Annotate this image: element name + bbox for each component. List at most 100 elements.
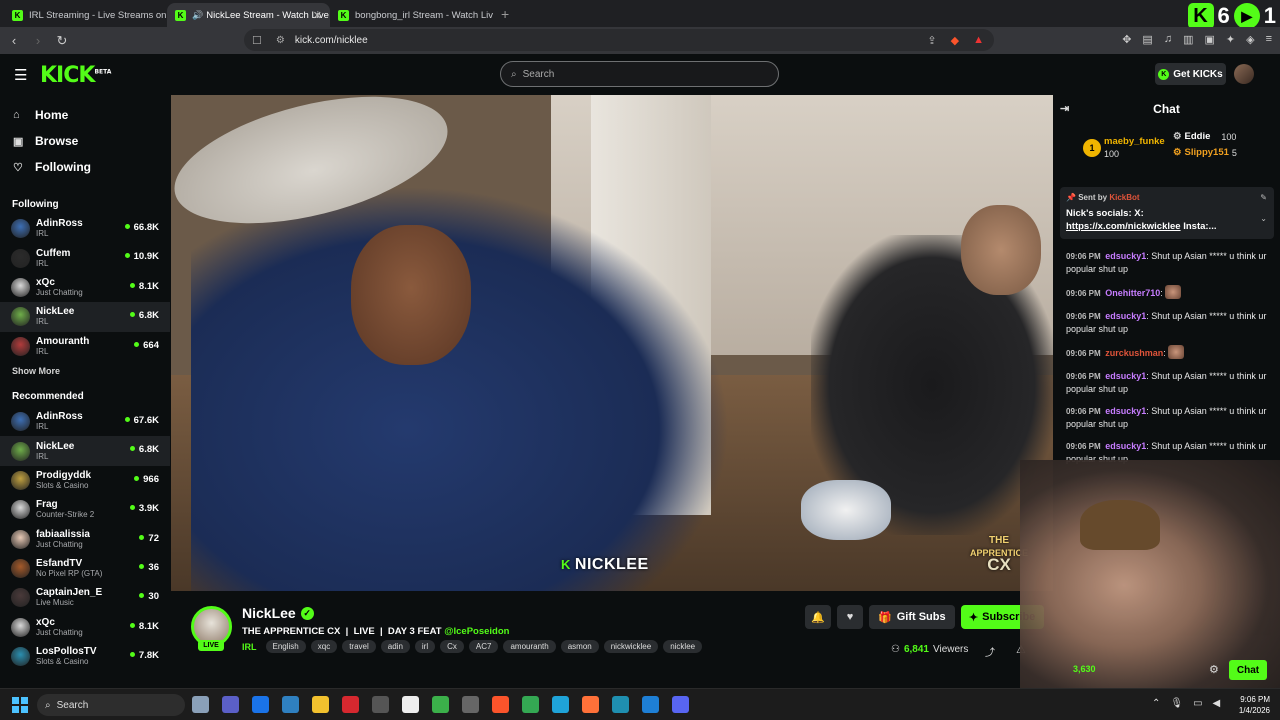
message-user[interactable]: edsucky1	[1105, 371, 1146, 381]
bookmark-icon[interactable]: ☐	[252, 34, 262, 47]
mic-icon[interactable]: 🎙	[1170, 698, 1183, 709]
user-avatar[interactable]	[1234, 64, 1254, 84]
sidebar-icon[interactable]: ▥	[1183, 33, 1193, 46]
edge-icon[interactable]	[552, 696, 569, 713]
taskbar-search[interactable]: ⌕ Search	[37, 694, 185, 716]
extensions-icon[interactable]: ✥	[1122, 33, 1131, 46]
brave-shield-icon[interactable]: ◆	[951, 34, 959, 47]
channel-points[interactable]: 3,630	[1073, 664, 1096, 674]
message-user[interactable]: edsucky1	[1105, 251, 1146, 261]
follow-heart-button[interactable]: ♥	[837, 605, 863, 629]
stream-tag[interactable]: irl	[414, 640, 436, 653]
reader-icon[interactable]: ▤	[1142, 33, 1152, 46]
message-user[interactable]: edsucky1	[1105, 406, 1146, 416]
channel-item[interactable]: NickLee IRL 6.8K	[0, 436, 170, 466]
chat-message[interactable]: 09:06 PM zurckushman:	[1066, 345, 1276, 360]
channel-item[interactable]: Prodigyddk Slots & Casino 966	[0, 466, 170, 495]
chrome-icon[interactable]	[522, 696, 539, 713]
search-input[interactable]: ⌕ Search	[500, 61, 779, 87]
discord-icon[interactable]	[672, 696, 689, 713]
share-icon[interactable]: ⇪	[927, 34, 936, 47]
stream-tag[interactable]: Cx	[440, 640, 464, 653]
channel-item[interactable]: Cuffem IRL 10.9K	[0, 243, 170, 272]
message-user[interactable]: edsucky1	[1105, 441, 1146, 451]
hamburger-menu-icon[interactable]: ☰	[14, 66, 27, 84]
chat-settings-gear-icon[interactable]: ⚙	[1209, 663, 1219, 676]
show-more-button[interactable]: Show More	[0, 361, 170, 381]
nav-home[interactable]: ⌂ Home	[0, 102, 170, 128]
obs-icon[interactable]	[462, 696, 479, 713]
channel-item[interactable]: AdinRoss IRL 67.6K	[0, 407, 170, 436]
stream-tag[interactable]: asmon	[560, 640, 599, 653]
channel-item[interactable]: EsfandTV No Pixel RP (GTA) 36	[0, 554, 170, 583]
channel-item[interactable]: Frag Counter-Strike 2 3.9K	[0, 495, 170, 524]
channel-item[interactable]: Amouranth IRL 664	[0, 332, 170, 361]
stream-tag[interactable]: English	[265, 640, 306, 653]
media-icon[interactable]: ♫	[1164, 33, 1172, 46]
message-user[interactable]: edsucky1	[1105, 311, 1146, 321]
reload-icon[interactable]: ↻	[52, 33, 72, 49]
stream-category[interactable]: IRL	[242, 642, 257, 652]
menu-icon[interactable]: ≡	[1266, 33, 1272, 46]
outlook-icon[interactable]	[252, 696, 269, 713]
netflix-icon[interactable]	[342, 696, 359, 713]
maps-icon[interactable]	[432, 696, 449, 713]
widgets-icon[interactable]	[192, 696, 209, 713]
chat-message[interactable]: 09:06 PM edsucky1: Shut up Asian ***** u…	[1066, 370, 1276, 395]
share-icon[interactable]: ⤴	[985, 644, 995, 659]
nav-following[interactable]: ♡ Following	[0, 154, 170, 180]
stream-tag[interactable]: AC7	[468, 640, 499, 653]
new-tab-button[interactable]: +	[501, 6, 509, 27]
close-tab-icon[interactable]: ✕	[313, 9, 322, 22]
video-player[interactable]: K NICKLEE THE APPRENTICE CX	[171, 95, 1053, 591]
stream-tag[interactable]: xqc	[310, 640, 338, 653]
rewards-icon[interactable]: ▲	[973, 34, 984, 47]
notification-bell-button[interactable]: 🔔	[805, 605, 831, 629]
vpn-icon[interactable]: ◈	[1246, 33, 1254, 46]
back-icon[interactable]: ‹	[4, 33, 24, 48]
channel-item[interactable]: xQc Just Chatting 8.1K	[0, 273, 170, 302]
message-user[interactable]: zurckushman	[1105, 348, 1163, 358]
channel-item[interactable]: NickLee IRL 6.8K	[0, 302, 170, 332]
vscode-icon[interactable]	[642, 696, 659, 713]
chevron-down-icon[interactable]: ⌄	[1260, 214, 1267, 223]
collapse-chat-icon[interactable]: ⇥	[1060, 102, 1069, 115]
chat-app-icon[interactable]	[222, 696, 239, 713]
browser-tab[interactable]: K bongbong_irl Stream - Watch Live on Ki…	[330, 3, 493, 27]
channel-item[interactable]: AdinRoss IRL 66.8K	[0, 214, 170, 243]
leo-icon[interactable]: ✦	[1226, 33, 1235, 46]
file-explorer-icon[interactable]	[312, 696, 329, 713]
terminal-icon[interactable]	[402, 696, 419, 713]
chat-message[interactable]: 09:06 PM Onehitter710:	[1066, 285, 1276, 300]
chat-message[interactable]: 09:06 PM edsucky1: Shut up Asian ***** u…	[1066, 250, 1276, 275]
get-kicks-button[interactable]: K Get KICKs	[1155, 63, 1226, 85]
windows-start-icon[interactable]	[12, 697, 28, 713]
send-chat-button[interactable]: Chat	[1229, 660, 1267, 680]
site-info-icon[interactable]: ⚙	[276, 35, 285, 46]
stream-tag[interactable]: nickwicklee	[603, 640, 659, 653]
channel-item[interactable]: xQc Just Chatting 8.1K	[0, 613, 170, 642]
pinned-link[interactable]: https://x.com/nickwicklee	[1066, 221, 1181, 232]
stream-mention[interactable]: @IcePoseidon	[444, 626, 509, 637]
chat-message[interactable]: 09:06 PM edsucky1: Shut up Asian ***** u…	[1066, 405, 1276, 430]
unpin-icon[interactable]: ✎	[1260, 193, 1267, 202]
message-user[interactable]: Onehitter710	[1105, 288, 1160, 298]
firefox-icon[interactable]	[582, 696, 599, 713]
gifter-rank-1[interactable]: 1 maeby_funke 100	[1083, 135, 1165, 161]
forward-icon[interactable]: ›	[28, 33, 48, 48]
stream-tag[interactable]: adin	[380, 640, 410, 653]
brave-icon[interactable]	[492, 696, 509, 713]
gift-subs-button[interactable]: 🎁 Gift Subs	[869, 605, 955, 629]
stream-tag[interactable]: nicklee	[663, 640, 703, 653]
stream-tag[interactable]: travel	[342, 640, 376, 653]
chevron-up-icon[interactable]: ⌃	[1152, 698, 1160, 709]
gifter-rank-2[interactable]: ⚙ Eddie 100	[1173, 131, 1236, 142]
network-icon[interactable]: ▭	[1193, 698, 1202, 709]
channel-item[interactable]: CaptainJen_E Live Music 30	[0, 583, 170, 612]
browser-tab-active[interactable]: K 🔊 NickLee Stream - Watch Live on Kick …	[167, 3, 330, 27]
wallet-icon[interactable]: ▣	[1204, 33, 1214, 46]
chat-message[interactable]: 09:06 PM edsucky1: Shut up Asian ***** u…	[1066, 310, 1276, 335]
taskbar-clock[interactable]: 9:06 PM 1/4/2026	[1230, 694, 1270, 716]
vscode-alt-icon[interactable]	[282, 696, 299, 713]
speaker-icon[interactable]: 🔊	[192, 10, 203, 21]
